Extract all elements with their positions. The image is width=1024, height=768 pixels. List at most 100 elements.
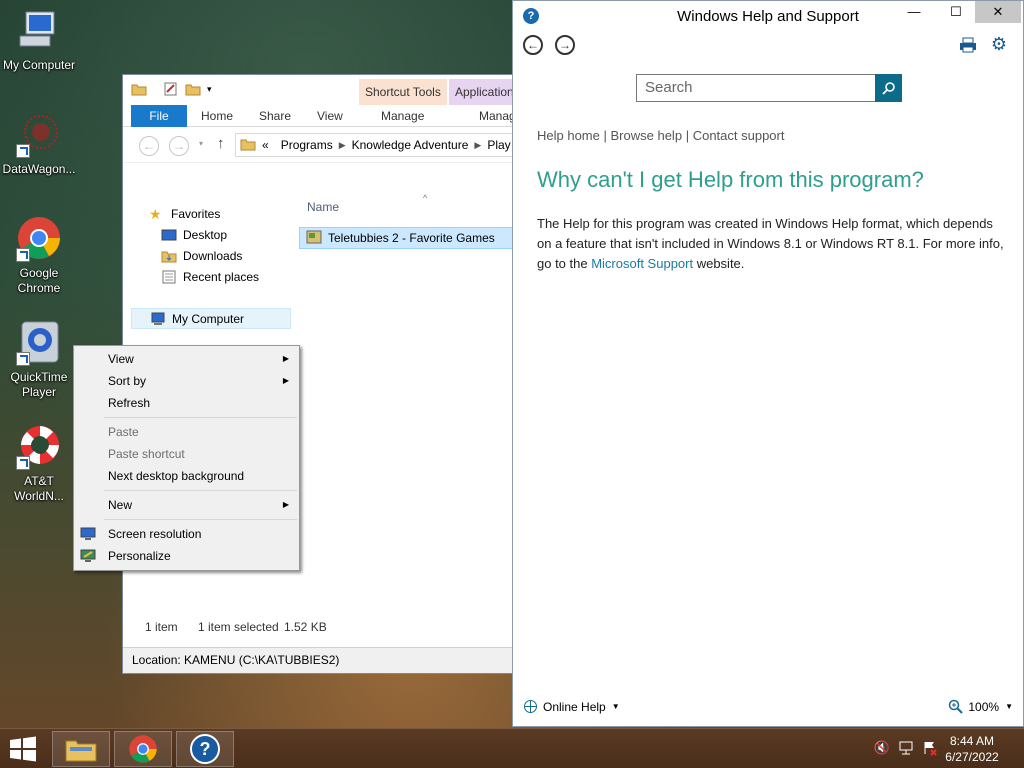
file-row[interactable]: Teletubbies 2 - Favorite Games — [299, 227, 515, 249]
computer-icon — [16, 8, 62, 54]
search-button[interactable] — [875, 74, 902, 102]
menu-item-screen-resolution[interactable]: Screen resolution — [108, 524, 293, 544]
desktop-icon-quicktime[interactable]: QuickTime Player — [0, 320, 78, 400]
menu-item-new[interactable]: New ▶ — [108, 495, 293, 515]
properties-icon[interactable] — [163, 82, 179, 96]
breadcrumb-separator-icon[interactable]: ▶ — [474, 140, 481, 151]
nav-label: Recent places — [183, 269, 260, 284]
breadcrumb-programs[interactable]: Programs — [275, 138, 339, 152]
menu-separator — [104, 490, 297, 491]
tab-share[interactable]: Share — [259, 105, 291, 127]
help-search-input[interactable]: Search — [636, 74, 876, 102]
online-help-dropdown[interactable]: Online Help ▼ — [523, 699, 620, 714]
help-article-heading: Why can't I get Help from this program? — [537, 167, 924, 192]
shortcut-arrow-icon — [16, 456, 30, 470]
breadcrumb-separator-icon[interactable]: ▶ — [339, 140, 346, 151]
zoom-level: 100% — [968, 699, 1000, 714]
link-contact-support[interactable]: Contact support — [693, 128, 785, 143]
up-arrow-icon[interactable]: ↑ — [217, 135, 225, 152]
folder-icon[interactable] — [131, 82, 147, 96]
star-icon: ★ — [149, 205, 162, 222]
breadcrumb-overflow[interactable]: « — [256, 138, 275, 152]
status-item-count: 1 item — [145, 620, 178, 634]
minimize-button[interactable]: — — [897, 1, 931, 23]
chevron-down-icon[interactable]: ▾ — [207, 84, 223, 98]
chrome-icon — [129, 735, 157, 763]
downloads-icon — [161, 249, 177, 263]
help-titlebar: ? Windows Help and Support — ☐ ✕ — [513, 1, 1023, 31]
tab-shortcut-tools[interactable]: Shortcut Tools — [359, 79, 447, 105]
back-button[interactable]: ← — [139, 136, 159, 156]
print-icon[interactable] — [959, 37, 977, 56]
online-help-label: Online Help — [543, 699, 606, 714]
tab-manage-application[interactable]: Manag — [479, 105, 516, 127]
navigation-pane: ★ Favorites Desktop Downloads Recent pla… — [131, 203, 291, 329]
network-icon[interactable] — [898, 740, 914, 759]
zoom-icon — [949, 699, 964, 714]
link-microsoft-support[interactable]: Microsoft Support — [591, 256, 693, 271]
new-folder-icon[interactable] — [185, 82, 201, 96]
close-button[interactable]: ✕ — [975, 1, 1021, 23]
menu-label: Next desktop background — [108, 469, 245, 483]
link-help-home[interactable]: Help home — [537, 128, 600, 143]
nav-desktop[interactable]: Desktop — [131, 224, 291, 245]
submenu-arrow-icon: ▶ — [282, 376, 289, 385]
forward-button[interactable]: → — [555, 35, 575, 55]
column-header-label: Name — [307, 200, 340, 214]
tab-home[interactable]: Home — [201, 105, 233, 127]
address-row: ← → ▾ ↑ « Programs ▶ Knowledge Adventure… — [123, 127, 517, 163]
menu-item-next-background[interactable]: Next desktop background — [108, 466, 293, 486]
recent-locations-icon[interactable]: ▾ — [199, 139, 203, 148]
clock-date[interactable]: 6/27/2022 — [942, 750, 1002, 764]
menu-item-sort-by[interactable]: Sort by ▶ — [108, 371, 293, 391]
nav-my-computer[interactable]: My Computer — [131, 308, 291, 329]
tab-application-tools[interactable]: Application — [449, 79, 517, 105]
link-browse-help[interactable]: Browse help — [611, 128, 683, 143]
back-button[interactable]: ← — [523, 35, 543, 55]
desktop-icon-my-computer[interactable]: My Computer — [0, 8, 78, 73]
desktop-icon-label: QuickTime Player — [10, 370, 68, 399]
taskbar-file-explorer[interactable] — [52, 731, 110, 767]
maximize-button[interactable]: ☐ — [939, 1, 973, 23]
help-toolbar: ← → ⚙ — [513, 31, 1023, 59]
menu-label: Paste shortcut — [108, 447, 185, 461]
tab-file[interactable]: File — [131, 105, 187, 127]
clock-time[interactable]: 8:44 AM — [942, 734, 1002, 748]
column-header-name[interactable]: Name ^ — [299, 193, 515, 219]
start-button[interactable] — [6, 735, 40, 763]
nav-favorites[interactable]: ★ Favorites — [131, 203, 291, 224]
tab-manage-shortcut[interactable]: Manage — [381, 105, 424, 127]
address-bar[interactable]: « Programs ▶ Knowledge Adventure ▶ Play — [235, 133, 517, 157]
tab-view[interactable]: View — [317, 105, 343, 127]
desktop-icon-datawagon[interactable]: DataWagon... — [0, 112, 78, 177]
forward-button[interactable]: → — [169, 136, 189, 156]
menu-item-view[interactable]: View ▶ — [108, 349, 293, 369]
help-footer: Online Help ▼ 100% ▼ — [513, 696, 1023, 718]
lifebuoy-icon — [16, 424, 62, 470]
menu-label: Personalize — [108, 549, 171, 563]
menu-item-personalize[interactable]: Personalize — [108, 546, 293, 566]
desktop-icon-google-chrome[interactable]: Google Chrome — [0, 216, 78, 296]
volume-muted-icon[interactable]: 🔇 — [874, 741, 890, 756]
chevron-down-icon: ▼ — [1005, 702, 1013, 711]
breadcrumb-knowledge-adventure[interactable]: Knowledge Adventure — [346, 138, 475, 152]
submenu-arrow-icon: ▶ — [282, 500, 289, 509]
help-icon: ? — [190, 734, 220, 764]
recent-places-icon — [161, 270, 177, 284]
link-separator: | — [603, 128, 607, 143]
nav-downloads[interactable]: Downloads — [131, 245, 291, 266]
desktop-icon-att-worldnet[interactable]: AT&T WorldN... — [0, 424, 78, 504]
file-explorer-icon — [65, 740, 97, 762]
action-center-icon[interactable] — [922, 740, 938, 759]
taskbar-chrome[interactable] — [114, 731, 172, 767]
nav-label: Favorites — [171, 206, 221, 221]
computer-icon — [150, 312, 166, 326]
zoom-control[interactable]: 100% ▼ — [948, 699, 1013, 714]
taskbar-help[interactable]: ? — [176, 731, 234, 767]
gear-icon[interactable]: ⚙ — [991, 34, 1007, 55]
menu-item-paste: Paste — [108, 422, 293, 442]
datawagon-icon — [16, 112, 62, 158]
nav-recent-places[interactable]: Recent places — [131, 266, 291, 287]
menu-item-refresh[interactable]: Refresh — [108, 393, 293, 413]
chevron-down-icon: ▼ — [611, 702, 620, 711]
